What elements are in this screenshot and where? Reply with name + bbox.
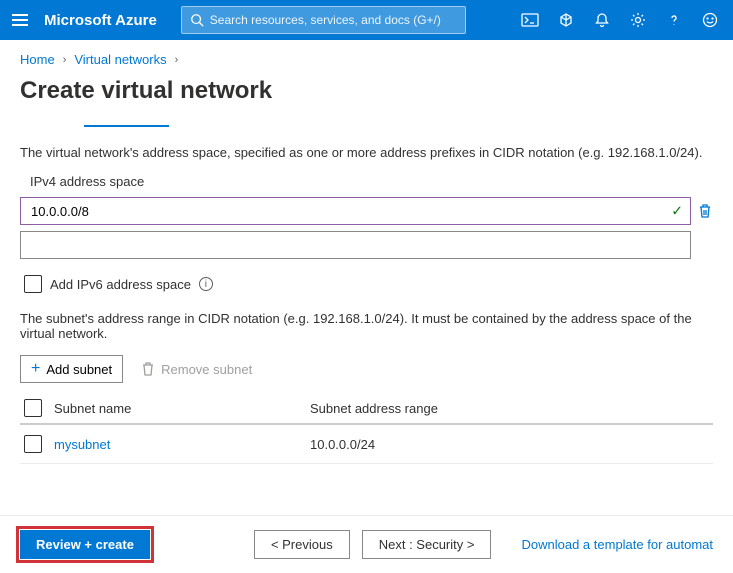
chevron-right-icon: › <box>175 54 179 66</box>
active-tab-indicator <box>84 125 169 127</box>
info-icon[interactable]: i <box>199 277 213 291</box>
brand-label: Microsoft Azure <box>44 12 157 29</box>
help-icon[interactable] <box>665 11 683 29</box>
next-button[interactable]: Next : Security > <box>362 530 492 559</box>
trash-icon <box>141 361 155 377</box>
address-space-description: The virtual network's address space, spe… <box>20 145 713 160</box>
previous-button[interactable]: < Previous <box>254 530 350 559</box>
subnet-table-header: Subnet name Subnet address range <box>20 393 713 425</box>
col-subnet-name: Subnet name <box>54 401 131 416</box>
search-icon <box>190 13 204 27</box>
review-create-button[interactable]: Review + create <box>20 530 150 559</box>
breadcrumb-home[interactable]: Home <box>20 52 55 67</box>
breadcrumb-virtual-networks[interactable]: Virtual networks <box>74 52 166 67</box>
ipv6-checkbox-label: Add IPv6 address space <box>50 277 191 292</box>
delete-address-icon[interactable] <box>697 203 713 219</box>
checkmark-icon: ✓ <box>671 203 683 220</box>
hamburger-icon[interactable] <box>12 10 32 30</box>
ipv4-address-input-1[interactable] <box>20 197 691 225</box>
settings-icon[interactable] <box>629 11 647 29</box>
download-template-link[interactable]: Download a template for automat <box>522 537 714 552</box>
add-subnet-button[interactable]: + Add subnet <box>20 355 123 383</box>
search-input[interactable] <box>210 13 457 27</box>
top-bar: Microsoft Azure <box>0 0 733 40</box>
cloud-shell-icon[interactable] <box>521 11 539 29</box>
row-checkbox[interactable] <box>24 435 42 453</box>
ipv4-address-input-2[interactable] <box>20 231 691 259</box>
breadcrumb: Home › Virtual networks › <box>20 52 713 67</box>
feedback-icon[interactable] <box>701 11 719 29</box>
select-all-checkbox[interactable] <box>24 399 42 417</box>
chevron-right-icon: › <box>63 54 67 66</box>
subnet-name-link[interactable]: mysubnet <box>54 437 110 452</box>
page-title: Create virtual network <box>20 77 713 105</box>
ipv6-checkbox[interactable] <box>24 275 42 293</box>
remove-subnet-button: Remove subnet <box>137 355 256 383</box>
directory-icon[interactable] <box>557 11 575 29</box>
col-subnet-range: Subnet address range <box>310 401 438 416</box>
wizard-footer: Review + create < Previous Next : Securi… <box>0 515 733 573</box>
plus-icon: + <box>31 361 40 377</box>
subnet-row: mysubnet 10.0.0.0/24 <box>20 425 713 464</box>
subnet-description: The subnet's address range in CIDR notat… <box>20 311 713 341</box>
ipv4-label: IPv4 address space <box>30 174 713 189</box>
subnet-range-value: 10.0.0.0/24 <box>310 437 375 452</box>
notifications-icon[interactable] <box>593 11 611 29</box>
topbar-actions <box>521 11 719 29</box>
global-search[interactable] <box>181 6 466 34</box>
